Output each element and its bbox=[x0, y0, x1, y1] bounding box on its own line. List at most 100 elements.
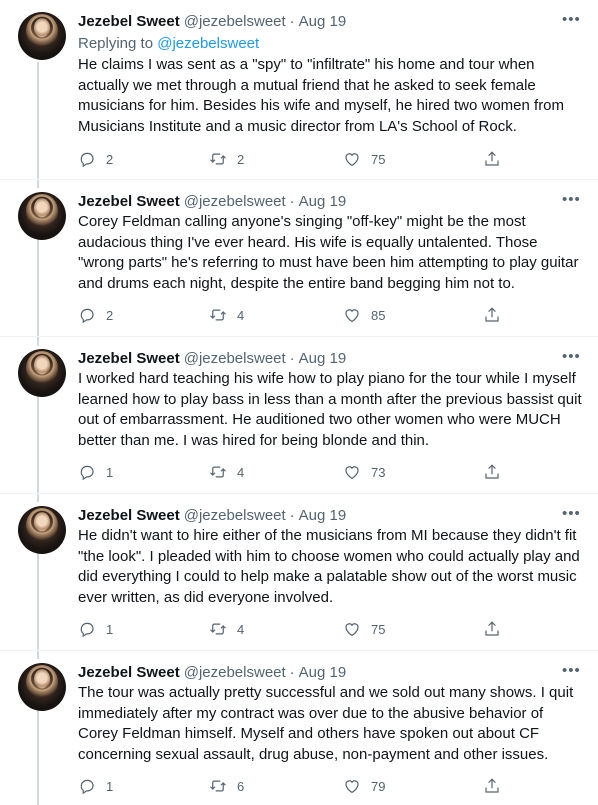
more-horizontal-icon[interactable]: ••• bbox=[562, 663, 580, 683]
separator-dot: · bbox=[289, 350, 295, 367]
tweet[interactable]: Jezebel Sweet @jezebelsweet · Aug 19 ••• Th… bbox=[0, 651, 598, 805]
tweet[interactable]: Jezebel Sweet @jezebelsweet · Aug 19 ••• I … bbox=[0, 337, 598, 494]
retweet-count: 2 bbox=[237, 151, 245, 167]
more-horizontal-icon[interactable]: ••• bbox=[562, 506, 580, 526]
display-name[interactable]: Jezebel Sweet bbox=[78, 664, 180, 681]
like-button[interactable]: 85 bbox=[343, 304, 385, 326]
replying-to-handle-link[interactable]: @jezebelsweet bbox=[157, 35, 259, 52]
tweet[interactable]: Jezebel Sweet @jezebelsweet · Aug 19 ••• He… bbox=[0, 494, 598, 651]
handle[interactable]: @jezebelsweet bbox=[184, 13, 286, 30]
reply-bubble-icon bbox=[80, 308, 94, 324]
reply-count: 1 bbox=[106, 464, 114, 480]
tweet-date[interactable]: Aug 19 bbox=[299, 13, 347, 30]
tweet-actions: 1 4 75 bbox=[78, 618, 518, 640]
like-count: 79 bbox=[371, 778, 386, 794]
tweet-text: He claims I was sent as a "spy" to "infi… bbox=[78, 56, 565, 135]
retweet-arrows-icon bbox=[210, 153, 226, 165]
display-name[interactable]: Jezebel Sweet bbox=[78, 13, 180, 30]
avatar[interactable] bbox=[18, 192, 66, 240]
reply-bubble-icon bbox=[80, 152, 94, 168]
tweet-actions: 2 4 85 bbox=[78, 304, 518, 326]
like-count: 73 bbox=[371, 464, 386, 480]
tweet-date[interactable]: Aug 19 bbox=[299, 664, 347, 681]
share-button[interactable] bbox=[483, 461, 501, 483]
like-button[interactable]: 79 bbox=[343, 775, 385, 797]
reply-button[interactable]: 1 bbox=[78, 461, 113, 483]
share-upload-icon bbox=[485, 307, 499, 322]
share-upload-icon bbox=[485, 151, 499, 166]
display-name[interactable]: Jezebel Sweet bbox=[78, 193, 180, 210]
share-upload-icon bbox=[485, 464, 499, 479]
separator-dot: · bbox=[289, 507, 295, 524]
handle[interactable]: @jezebelsweet bbox=[184, 664, 286, 681]
share-button[interactable] bbox=[483, 775, 501, 797]
tweet-date[interactable]: Aug 19 bbox=[299, 350, 347, 367]
handle[interactable]: @jezebelsweet bbox=[184, 193, 286, 210]
retweet-arrows-icon bbox=[210, 466, 226, 478]
heart-icon bbox=[345, 309, 359, 323]
reply-button[interactable]: 2 bbox=[78, 148, 113, 170]
retweet-count: 6 bbox=[237, 778, 245, 794]
handle[interactable]: @jezebelsweet bbox=[184, 507, 286, 524]
like-button[interactable]: 75 bbox=[343, 618, 385, 640]
reply-button[interactable]: 2 bbox=[78, 304, 113, 326]
tweet-header: Jezebel Sweet @jezebelsweet · Aug 19 bbox=[78, 506, 346, 526]
like-button[interactable]: 73 bbox=[343, 461, 385, 483]
tweet-text: I worked hard teaching his wife how to p… bbox=[78, 370, 582, 449]
reply-bubble-icon bbox=[80, 465, 94, 481]
retweet-button[interactable]: 4 bbox=[209, 618, 244, 640]
reply-button[interactable]: 1 bbox=[78, 618, 113, 640]
handle[interactable]: @jezebelsweet bbox=[184, 350, 286, 367]
heart-icon bbox=[345, 623, 359, 637]
like-button[interactable]: 75 bbox=[343, 148, 385, 170]
avatar[interactable] bbox=[18, 349, 66, 397]
reply-count: 2 bbox=[106, 151, 114, 167]
reply-bubble-icon bbox=[80, 779, 94, 795]
reply-bubble-icon bbox=[80, 622, 94, 638]
tweet-header: Jezebel Sweet @jezebelsweet · Aug 19 bbox=[78, 192, 346, 212]
tweet-text: He didn't want to hire either of the mus… bbox=[78, 527, 580, 606]
share-upload-icon bbox=[485, 621, 499, 636]
avatar[interactable] bbox=[18, 12, 66, 60]
like-count: 75 bbox=[371, 621, 386, 637]
share-button[interactable] bbox=[483, 618, 501, 640]
more-horizontal-icon[interactable]: ••• bbox=[562, 192, 580, 212]
more-horizontal-icon[interactable]: ••• bbox=[562, 12, 580, 32]
retweet-button[interactable]: 4 bbox=[209, 304, 244, 326]
retweet-count: 4 bbox=[237, 464, 245, 480]
reply-button[interactable]: 1 bbox=[78, 775, 113, 797]
like-count: 85 bbox=[371, 307, 386, 323]
display-name[interactable]: Jezebel Sweet bbox=[78, 350, 180, 367]
reply-count: 1 bbox=[106, 778, 114, 794]
retweet-arrows-icon bbox=[210, 309, 226, 321]
tweet-date[interactable]: Aug 19 bbox=[299, 193, 347, 210]
reply-count: 1 bbox=[106, 621, 114, 637]
replying-to-label: Replying to bbox=[78, 35, 154, 52]
retweet-count: 4 bbox=[237, 307, 245, 323]
retweet-button[interactable]: 4 bbox=[209, 461, 244, 483]
share-button[interactable] bbox=[483, 304, 501, 326]
tweet-header: Jezebel Sweet @jezebelsweet · Aug 19 bbox=[78, 12, 346, 32]
tweet-header: Jezebel Sweet @jezebelsweet · Aug 19 bbox=[78, 349, 346, 369]
share-button[interactable] bbox=[483, 148, 501, 170]
tweet[interactable]: Jezebel Sweet @jezebelsweet · Aug 19 ••• Re… bbox=[0, 0, 598, 180]
retweet-button[interactable]: 2 bbox=[209, 148, 244, 170]
tweet[interactable]: Jezebel Sweet @jezebelsweet · Aug 19 ••• Co… bbox=[0, 180, 598, 337]
heart-icon bbox=[345, 466, 359, 480]
tweet-date[interactable]: Aug 19 bbox=[299, 507, 347, 524]
tweet-actions: 2 2 75 bbox=[78, 148, 518, 170]
display-name[interactable]: Jezebel Sweet bbox=[78, 507, 180, 524]
avatar[interactable] bbox=[18, 506, 66, 554]
replying-to: Replying to @jezebelsweet bbox=[78, 34, 259, 54]
separator-dot: · bbox=[289, 664, 295, 681]
heart-icon bbox=[345, 780, 359, 794]
tweet-header: Jezebel Sweet @jezebelsweet · Aug 19 bbox=[78, 663, 346, 683]
retweet-button[interactable]: 6 bbox=[209, 775, 244, 797]
avatar[interactable] bbox=[18, 663, 66, 711]
more-horizontal-icon[interactable]: ••• bbox=[562, 349, 580, 369]
separator-dot: · bbox=[289, 193, 295, 210]
retweet-count: 4 bbox=[237, 621, 245, 637]
tweet-actions: 1 4 73 bbox=[78, 461, 518, 483]
heart-icon bbox=[345, 153, 359, 167]
reply-count: 2 bbox=[106, 307, 114, 323]
